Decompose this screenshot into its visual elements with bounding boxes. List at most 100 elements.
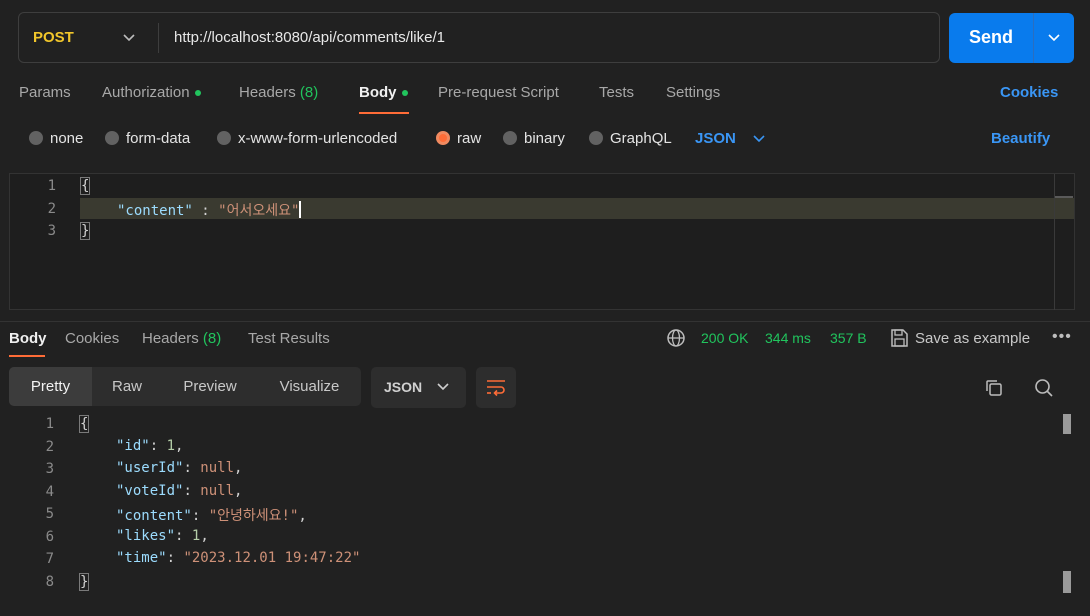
tab-params[interactable]: Params	[19, 84, 71, 101]
globe-icon[interactable]	[665, 327, 687, 349]
json-key: "content"	[117, 203, 193, 219]
radio-dot	[29, 131, 43, 145]
radio-dot-selected	[436, 131, 450, 145]
line-number: 2	[45, 439, 54, 455]
tab-body-label: Body	[359, 84, 397, 101]
wrap-lines-icon	[487, 380, 505, 397]
code-line-id: "id": 1,	[116, 438, 184, 454]
json-key: "time"	[116, 550, 167, 566]
json-key: "voteId"	[116, 483, 184, 499]
method-select[interactable]: POST	[19, 13, 159, 62]
radio-dot	[503, 131, 517, 145]
json-null-value: null	[200, 483, 235, 499]
tab-body[interactable]: Body	[359, 84, 408, 101]
code-line-userid: "userId": null,	[116, 460, 243, 476]
line-number: 7	[45, 551, 54, 567]
response-size[interactable]: 357 B	[830, 330, 867, 346]
radio-binary[interactable]: binary	[503, 130, 565, 147]
resp-tab-cookies[interactable]: Cookies	[65, 330, 119, 347]
search-icon[interactable]	[1033, 377, 1055, 399]
code-line-voteid: "voteId": null,	[116, 483, 243, 499]
json-separator: :	[192, 203, 219, 219]
tab-tests[interactable]: Tests	[599, 84, 634, 101]
code-open-brace: {	[80, 177, 91, 195]
radio-urlencoded-label: x-www-form-urlencoded	[238, 130, 398, 147]
tab-headers-label: Headers	[239, 84, 296, 101]
response-view-group: Pretty Raw Preview Visualize	[9, 367, 361, 406]
json-string-value: "안녕하세요!"	[208, 508, 299, 524]
radio-graphql[interactable]: GraphQL	[589, 130, 672, 147]
line-number: 4	[45, 484, 54, 500]
json-string-value: "어서오세요"	[218, 203, 300, 219]
chevron-down-icon	[437, 383, 449, 391]
line-number: 3	[47, 223, 56, 239]
code-close-brace: }	[80, 222, 91, 240]
radio-none-label: none	[50, 130, 84, 147]
method-label: POST	[33, 29, 74, 46]
url-input[interactable]: http://localhost:8080/api/comments/like/…	[174, 29, 445, 46]
more-icon[interactable]: •••	[1052, 328, 1072, 346]
tab-authorization[interactable]: Authorization	[102, 84, 201, 101]
beautify-button[interactable]: Beautify	[991, 130, 1050, 147]
json-key: "id"	[116, 438, 150, 454]
line-number: 1	[47, 178, 56, 194]
code-line-time: "time": "2023.12.01 19:47:22"	[116, 550, 361, 566]
line-number: 1	[45, 416, 54, 432]
indicator-dot	[194, 90, 201, 97]
language-select[interactable]: JSON	[695, 130, 736, 147]
chevron-down-icon[interactable]	[752, 133, 766, 145]
wrap-lines-button[interactable]	[476, 367, 516, 408]
send-button[interactable]: Send	[949, 13, 1074, 63]
json-null-value: null	[200, 460, 235, 476]
pane-divider[interactable]	[0, 321, 1090, 322]
tab-pre-request-script[interactable]: Pre-request Script	[438, 84, 559, 101]
request-body-editor[interactable]: 1 2 3 { "content" : "어서오세요" }	[9, 173, 1075, 310]
send-split-divider	[1033, 13, 1034, 63]
response-time[interactable]: 344 ms	[765, 330, 811, 346]
view-raw-button[interactable]: Raw	[92, 367, 162, 406]
code-line-content: "content": "안녕하세요!",	[116, 508, 307, 524]
editor-scrollbar-thumb[interactable]	[1055, 196, 1073, 198]
code-open-brace: {	[79, 415, 90, 433]
editor-scrollbar-track	[1054, 174, 1055, 310]
radio-urlencoded[interactable]: x-www-form-urlencoded	[217, 130, 397, 147]
radio-none[interactable]: none	[29, 130, 83, 147]
copy-icon[interactable]	[983, 377, 1005, 399]
tab-settings[interactable]: Settings	[666, 84, 720, 101]
status-code[interactable]: 200 OK	[701, 330, 748, 346]
radio-form-data[interactable]: form-data	[105, 130, 190, 147]
resp-tab-headers-label: Headers	[142, 330, 199, 347]
send-label: Send	[969, 27, 1014, 47]
response-body-viewer[interactable]: 1 2 3 4 5 6 7 8 { "id": 1, "userId": nul…	[0, 414, 1090, 616]
json-number-value: 1	[166, 438, 176, 454]
json-key: "likes"	[116, 528, 176, 544]
radio-dot	[589, 131, 603, 145]
resp-tab-headers[interactable]: Headers (8)	[142, 330, 221, 347]
chevron-down-icon[interactable]	[1047, 32, 1061, 44]
response-scrollbar-thumb-bottom[interactable]	[1063, 571, 1071, 593]
response-scrollbar-thumb[interactable]	[1063, 414, 1071, 434]
chevron-down-icon	[123, 34, 135, 42]
radio-graphql-label: GraphQL	[610, 130, 672, 147]
view-visualize-button[interactable]: Visualize	[258, 367, 361, 406]
json-key: "userId"	[116, 460, 184, 476]
resp-tab-test-results[interactable]: Test Results	[248, 330, 330, 347]
view-pretty-button[interactable]: Pretty	[9, 367, 92, 406]
line-number: 8	[45, 574, 54, 590]
url-divider	[158, 23, 159, 53]
line-number: 3	[45, 461, 54, 477]
active-tab-underline	[359, 112, 409, 114]
url-bar: POST http://localhost:8080/api/comments/…	[18, 12, 940, 63]
resp-tab-body[interactable]: Body	[9, 330, 47, 347]
code-close-brace: }	[79, 573, 90, 591]
radio-dot	[217, 131, 231, 145]
radio-raw-label: raw	[457, 130, 482, 147]
line-number: 6	[45, 529, 54, 545]
save-icon[interactable]	[888, 327, 910, 349]
radio-raw[interactable]: raw	[436, 130, 481, 147]
tab-headers[interactable]: Headers (8)	[239, 84, 318, 101]
response-language-select[interactable]: JSON	[371, 367, 466, 408]
cookies-link[interactable]: Cookies	[1000, 84, 1058, 101]
view-preview-button[interactable]: Preview	[162, 367, 258, 406]
save-as-example-button[interactable]: Save as example	[915, 330, 1030, 347]
